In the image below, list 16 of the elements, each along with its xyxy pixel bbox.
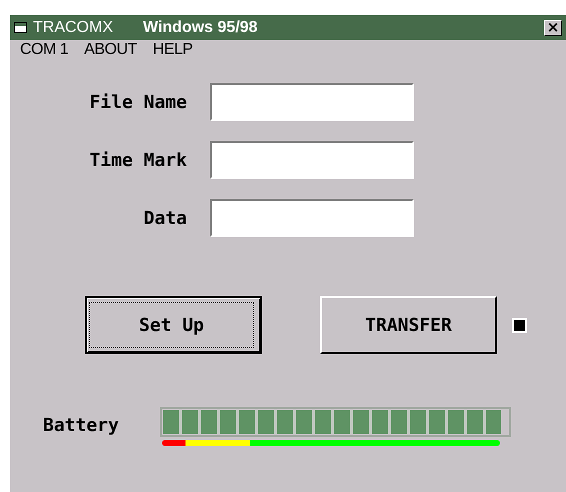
action-button[interactable]: Set Up	[85, 296, 262, 354]
window-subtitle: Windows 95/98	[143, 18, 258, 36]
close-button[interactable]: ×	[544, 20, 562, 36]
input-field[interactable]	[210, 83, 414, 121]
menu-item[interactable]: COM 1	[20, 42, 68, 58]
window-icon	[14, 22, 27, 33]
action-button[interactable]: TRANSFER	[320, 296, 497, 354]
menu-item[interactable]: HELP	[152, 42, 193, 58]
menu-item[interactable]: ABOUT	[84, 42, 137, 58]
input-field[interactable]	[210, 141, 414, 179]
field-label: Time Mark	[88, 150, 187, 170]
input-field[interactable]	[210, 199, 414, 237]
field-label: Data	[142, 208, 187, 228]
field-label: File Name	[88, 92, 187, 112]
window-title: TRACOMX	[33, 18, 113, 36]
battery-label: Battery	[43, 415, 120, 436]
